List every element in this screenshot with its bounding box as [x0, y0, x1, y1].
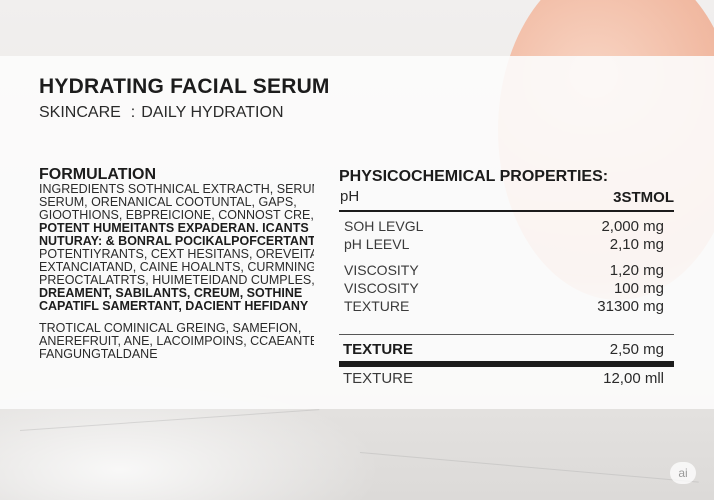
header-rule	[339, 210, 674, 212]
properties-heading: PHYSICOCHEMICAL PROPERTIES:	[339, 168, 609, 185]
ai-watermark-badge: ai	[670, 462, 696, 484]
section-rule	[339, 334, 674, 335]
properties-col-left: pH	[340, 188, 360, 205]
formulation-line: SERUM, ORENANICAL COOTUNTAL, GAPS,	[39, 196, 297, 209]
property-label: TEXTURE	[343, 341, 414, 358]
property-row-texture: TEXTURE 12,00 mll	[339, 370, 664, 388]
formulation-line: PREOCTALATRTS, HUIMETEIDAND CUMPLES,	[39, 274, 314, 287]
property-row-texture-bold: TEXTURE 2,50 mg	[339, 341, 664, 359]
property-row: VISCOSITY 100 mg	[339, 280, 664, 298]
formulation-line: POTENT HUMEITANTS EXPADERAN. ICANTS	[39, 222, 309, 235]
property-row: VISCOSITY 1,20 mg	[339, 262, 664, 280]
product-tagline: DAILY HYDRATION	[141, 104, 284, 121]
formulation-line: DREAMENT, SABILANTS, CREUM, SOTHINE	[39, 287, 303, 300]
product-category: SKINCARE	[39, 104, 121, 121]
property-value: 2,50 mg	[609, 341, 664, 358]
properties-header-row: pH 3STMOL	[339, 188, 674, 210]
property-row: SOH LEVGL 2,000 mg	[339, 218, 664, 236]
property-row: pH LEEVL 2,10 mg	[339, 236, 664, 254]
product-title: HYDRATING FACIAL SERUM	[39, 75, 330, 98]
property-value: 1,20 mg	[609, 262, 664, 279]
thick-rule	[339, 361, 674, 367]
property-row: TEXTURE 31300 mg	[339, 298, 664, 316]
formulation-text: INGREDIENTS SOTHNICAL EXTRACTH, SERUM SE…	[39, 183, 314, 361]
formulation-line: POTENTIYRANTS, CEXT HESITANS, OREVEITA,	[39, 248, 314, 261]
formulation-heading: FORMULATION	[39, 166, 157, 183]
formulation-line: INGREDIENTS SOTHNICAL EXTRACTH, SERUM	[39, 183, 314, 196]
formulation-line: FANGUNGTALDANE	[39, 348, 158, 361]
property-value: 12,00 mll	[603, 370, 664, 387]
property-label: VISCOSITY	[344, 262, 419, 278]
product-subtitle: SKINCARE: DAILY HYDRATION	[39, 104, 284, 122]
property-value: 2,000 mg	[601, 218, 664, 235]
formulation-line: ANEREFRUIT, ANE, LACOIMPOINS, CCAEANTE,	[39, 335, 314, 348]
property-label: pH LEEVL	[344, 236, 410, 252]
formulation-line: GIOOTHIONS, EBPREICIONE, CONNOST CRE,	[39, 209, 314, 222]
subtitle-separator: :	[130, 104, 136, 121]
property-value: 2,10 mg	[609, 236, 664, 253]
property-label: SOH LEVGL	[344, 218, 424, 234]
formulation-line: NUTURAY: & BONRAL POCIKALPOFCERTANTS	[39, 235, 314, 248]
property-label: VISCOSITY	[344, 280, 419, 296]
formulation-line: EXTANCIATAND, CAINE HOALNTS, CURMNING	[39, 261, 314, 274]
properties-col-right: 3STMOL	[613, 189, 674, 206]
property-label: TEXTURE	[344, 298, 410, 314]
formulation-line: TROTICAL COMINICAL GREING, SAMEFION,	[39, 322, 302, 335]
property-value: 100 mg	[613, 280, 664, 297]
property-label: TEXTURE	[343, 370, 414, 387]
property-value: 31300 mg	[597, 298, 664, 315]
formulation-line: CAPATIFL SAMERTANT, DACIENT HEFIDANY	[39, 300, 309, 313]
